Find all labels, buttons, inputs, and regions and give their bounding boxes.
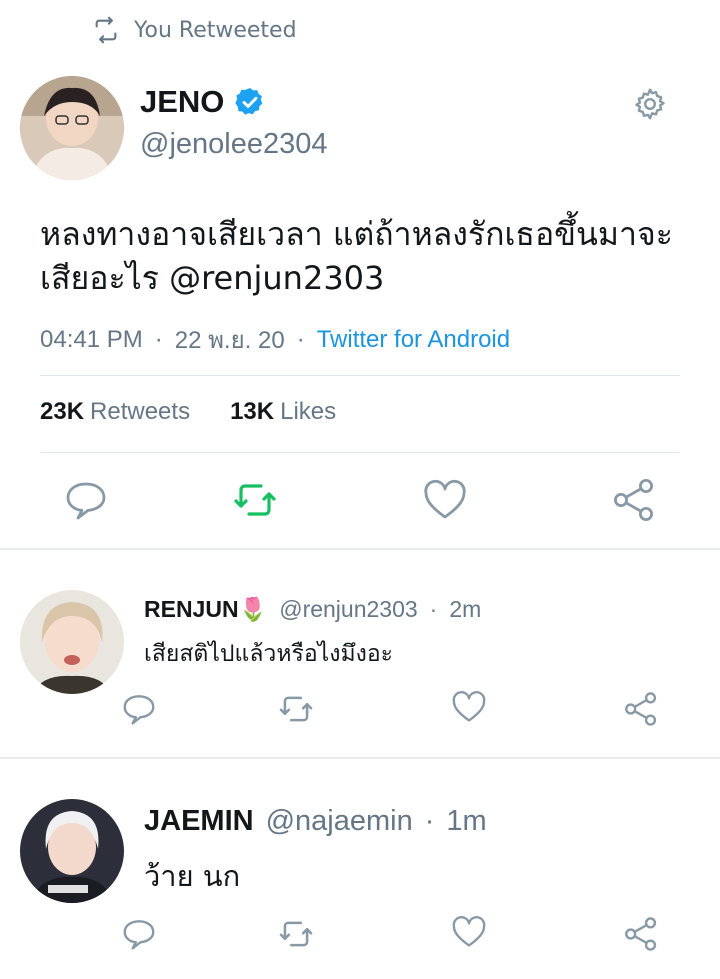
meta-separator: · (296, 325, 305, 353)
retweets-stat[interactable]: 23K Retweets (40, 398, 190, 426)
like-button[interactable] (450, 688, 488, 726)
author-name-row[interactable]: JENO (140, 84, 266, 120)
gear-icon[interactable] (632, 86, 668, 122)
like-button[interactable] (450, 913, 488, 951)
verified-badge-icon (235, 88, 263, 115)
share-button[interactable] (622, 915, 660, 953)
tweet-source-link[interactable]: Twitter for Android (317, 326, 510, 354)
retweet-header-label: You Retweeted (134, 17, 297, 43)
reply-author-handle[interactable]: @najaemin (266, 805, 413, 838)
tweet-stats: 23K Retweets 13K Likes (40, 398, 376, 426)
reply-time: 1m (446, 805, 487, 837)
retweet-button[interactable] (277, 690, 315, 728)
share-icon (625, 692, 657, 726)
tweet-action-bar (0, 470, 720, 530)
retweet-icon (234, 484, 276, 516)
retweets-count: 23K (40, 398, 85, 425)
reply-tweet[interactable]: RENJUN🌷 @renjun2303 · 2m เสียสติไปแล้วหร… (0, 550, 720, 756)
reply-icon (123, 920, 155, 950)
retweet-header: You Retweeted (92, 16, 297, 44)
reply-text: ว้าย นก (144, 859, 241, 893)
reply-time: 2m (449, 596, 482, 622)
retweet-button[interactable] (277, 915, 315, 953)
tweet-text: หลงทางอาจเสียเวลา แต่ถ้าหลงรักเธอขึ้นมาจ… (40, 215, 673, 297)
tweet-meta: 04:41 PM · 22 พ.ย. 20 · Twitter for Andr… (40, 320, 510, 359)
meta-separator: · (429, 596, 438, 622)
meta-separator: · (154, 325, 163, 353)
retweet-icon (279, 696, 313, 722)
reply-avatar[interactable] (20, 799, 124, 903)
reply-text: เสียสติไปแล้วหรือไงมึงอะ (144, 641, 394, 667)
heart-icon (452, 691, 486, 722)
likes-count: 13K (230, 398, 275, 425)
reply-tweet[interactable]: JAEMIN @najaemin · 1m ว้าย นก (0, 759, 720, 979)
share-button[interactable] (610, 476, 658, 524)
divider (40, 452, 680, 453)
like-button[interactable] (421, 476, 469, 524)
reply-author-name[interactable]: JAEMIN (144, 805, 254, 838)
share-icon (614, 479, 653, 522)
reply-button[interactable] (62, 476, 110, 524)
author-handle[interactable]: @jenolee2304 (140, 128, 327, 161)
reply-icon (123, 695, 155, 725)
retweet-icon (95, 16, 117, 44)
share-button[interactable] (622, 690, 660, 728)
reply-author-handle[interactable]: @renjun2303 (279, 596, 417, 623)
retweets-label: Retweets (90, 398, 191, 425)
reply-author-name[interactable]: RENJUN🌷 (144, 596, 267, 623)
heart-icon (424, 479, 466, 519)
tweet-time: 04:41 PM (40, 325, 143, 353)
reply-button[interactable] (120, 690, 158, 728)
share-icon (625, 917, 657, 951)
reply-button[interactable] (120, 915, 158, 953)
likes-label: Likes (280, 398, 337, 425)
tweet-date: 22 พ.ย. 20 (174, 327, 285, 354)
reply-header: JAEMIN @najaemin · 1m (144, 805, 487, 838)
retweet-icon (279, 921, 313, 947)
heart-icon (452, 916, 486, 947)
author-avatar[interactable] (20, 76, 124, 180)
meta-separator: · (424, 805, 435, 837)
reply-avatar[interactable] (20, 590, 124, 694)
author-name[interactable]: JENO (140, 84, 224, 120)
reply-icon (66, 482, 106, 520)
retweet-button[interactable] (231, 476, 279, 524)
reply-header: RENJUN🌷 @renjun2303 · 2m (144, 596, 481, 623)
divider (40, 375, 680, 376)
likes-stat[interactable]: 13K Likes (230, 398, 336, 426)
